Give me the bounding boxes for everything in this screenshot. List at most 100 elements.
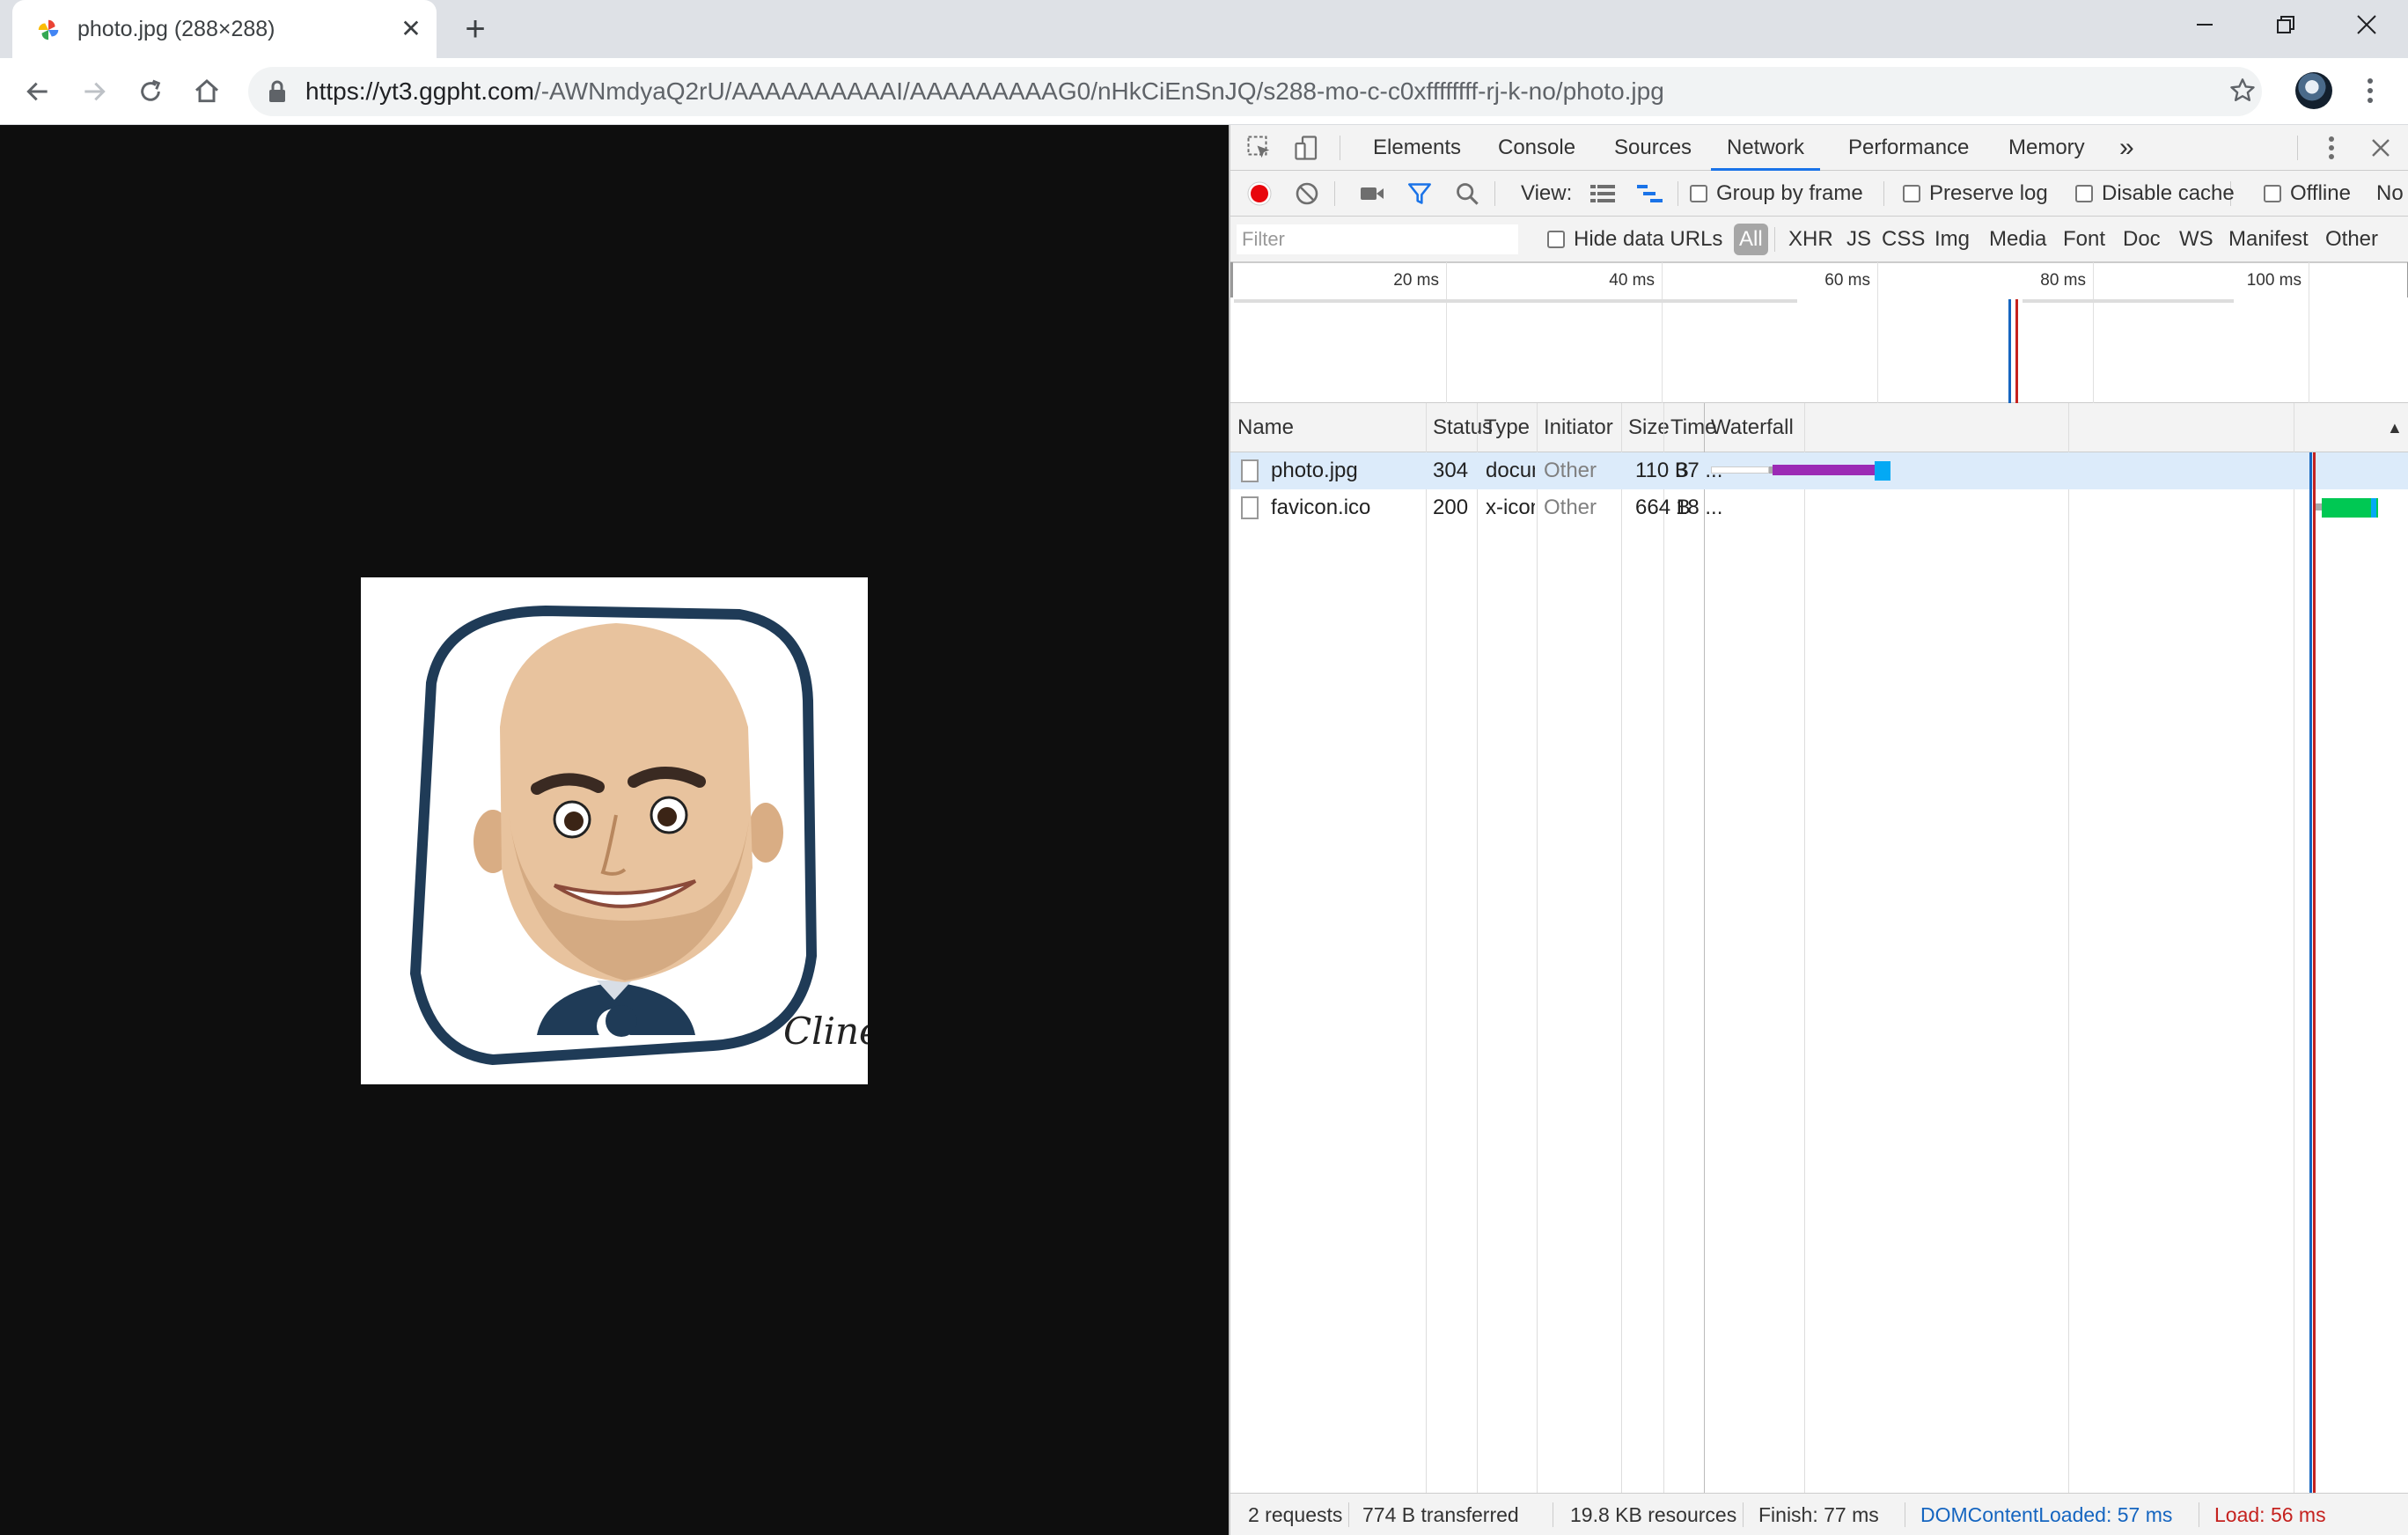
- table-row[interactable]: favicon.ico 200 x-icon Other 664 B 18 ..…: [1230, 489, 2408, 526]
- column-waterfall[interactable]: Waterfall: [1706, 403, 1794, 452]
- url-text: https://yt3.ggpht.com/-AWNmdyaQ2rU/AAAAA…: [305, 67, 1664, 116]
- network-overview[interactable]: 20 ms 40 ms 60 ms 80 ms 100 ms: [1230, 262, 2408, 403]
- preserve-log-label: Preserve log: [1929, 181, 2048, 205]
- tab-network[interactable]: Network: [1711, 125, 1821, 171]
- filter-type-other[interactable]: Other: [2325, 224, 2378, 255]
- forward-icon[interactable]: [76, 73, 113, 110]
- finish-time: Finish: 77 ms: [1758, 1503, 1879, 1526]
- hide-data-urls-label: Hide data URLs: [1574, 227, 1723, 251]
- transferred-size: 774 B transferred: [1362, 1503, 1519, 1526]
- bookmark-star-icon[interactable]: [2225, 73, 2260, 108]
- column-name[interactable]: Name: [1232, 403, 1294, 452]
- requests-table-header: Name Status Type Initiator Size Time Wat…: [1230, 403, 2408, 452]
- address-bar[interactable]: https://yt3.ggpht.com/-AWNmdyaQ2rU/AAAAA…: [248, 67, 2262, 116]
- column-initiator[interactable]: Initiator: [1538, 403, 1613, 452]
- close-window-icon[interactable]: [2327, 0, 2406, 49]
- filter-bar: Filter Hide data URLs All XHR JS CSS Img…: [1230, 217, 2408, 262]
- profile-avatar[interactable]: [2295, 72, 2332, 109]
- back-icon[interactable]: [19, 73, 56, 110]
- checkbox-box: [1690, 185, 1707, 202]
- overview-bar-favicon: [2023, 299, 2234, 303]
- close-tab-icon[interactable]: ✕: [396, 14, 426, 44]
- minimize-icon[interactable]: [2165, 0, 2244, 49]
- browser-tab[interactable]: photo.jpg (288×288) ✕: [12, 0, 437, 58]
- filter-type-xhr[interactable]: XHR: [1788, 224, 1833, 255]
- browser-menu-icon[interactable]: [2355, 72, 2385, 109]
- checkbox-box: [2264, 185, 2281, 202]
- request-initiator: Other: [1544, 459, 1597, 482]
- restore-icon[interactable]: [2246, 0, 2325, 49]
- request-name: photo.jpg: [1271, 459, 1358, 482]
- tab-title: photo.jpg (288×288): [77, 17, 275, 41]
- filter-type-ws[interactable]: WS: [2179, 224, 2213, 255]
- offline-checkbox[interactable]: Offline: [2264, 171, 2351, 217]
- tab-console[interactable]: Console: [1498, 125, 1575, 171]
- request-initiator: Other: [1544, 496, 1597, 519]
- filter-type-manifest[interactable]: Manifest: [2228, 224, 2309, 255]
- resources-size: 19.8 KB resources: [1570, 1503, 1737, 1526]
- filter-type-img[interactable]: Img: [1934, 224, 1970, 255]
- devtools-menu-icon[interactable]: [2316, 133, 2346, 163]
- column-type[interactable]: Type: [1479, 403, 1530, 452]
- network-toolbar: View: Group by frame Preserve log Disabl…: [1230, 171, 2408, 217]
- devtools-tab-bar: Elements Console Sources Network Perform…: [1230, 125, 2408, 171]
- waterfall-bar-favicon: [2315, 489, 2385, 526]
- tab-memory[interactable]: Memory: [2008, 125, 2085, 171]
- request-time: 18 ...: [1676, 496, 1723, 519]
- file-icon: [1241, 459, 1259, 482]
- group-by-frame-checkbox[interactable]: Group by frame: [1690, 171, 1863, 217]
- file-icon: [1241, 496, 1259, 519]
- sort-ascending-icon[interactable]: ▲: [2382, 403, 2403, 452]
- column-size[interactable]: Size: [1623, 403, 1670, 452]
- overview-load-marker: [2015, 299, 2018, 403]
- search-icon[interactable]: [1452, 179, 1482, 209]
- tab-performance[interactable]: Performance: [1848, 125, 1969, 171]
- waterfall-view-icon[interactable]: [1635, 179, 1665, 209]
- more-tabs-icon[interactable]: »: [2119, 125, 2134, 171]
- lock-icon: [269, 80, 285, 102]
- browser-toolbar: https://yt3.ggpht.com/-AWNmdyaQ2rU/AAAAA…: [0, 58, 2408, 125]
- filter-type-font[interactable]: Font: [2063, 224, 2105, 255]
- filter-type-css[interactable]: CSS: [1882, 224, 1925, 255]
- preserve-log-checkbox[interactable]: Preserve log: [1903, 171, 2048, 217]
- reload-icon[interactable]: [132, 73, 169, 110]
- request-count: 2 requests: [1248, 1503, 1343, 1526]
- device-toolbar-icon[interactable]: [1292, 133, 1322, 163]
- capture-screenshots-icon[interactable]: [1357, 179, 1387, 209]
- clear-icon[interactable]: [1292, 179, 1322, 209]
- large-rows-icon[interactable]: [1588, 179, 1618, 209]
- checkbox-box: [1903, 185, 1920, 202]
- tab-sources[interactable]: Sources: [1614, 125, 1692, 171]
- tab-strip: photo.jpg (288×288) ✕ +: [0, 0, 2408, 58]
- overview-dcl-marker: [2008, 299, 2011, 403]
- filter-type-doc[interactable]: Doc: [2123, 224, 2161, 255]
- request-type: docum...: [1486, 459, 1535, 482]
- checkbox-box: [2075, 185, 2093, 202]
- tab-elements[interactable]: Elements: [1373, 125, 1461, 171]
- dom-content-loaded-line: [2309, 452, 2312, 1493]
- inspect-element-icon[interactable]: [1244, 133, 1274, 163]
- filter-icon[interactable]: [1405, 179, 1435, 209]
- dom-content-loaded-time: DOMContentLoaded: 57 ms: [1920, 1503, 2173, 1526]
- new-tab-button[interactable]: +: [458, 11, 493, 48]
- overview-left-handle[interactable]: [1230, 262, 1233, 297]
- record-icon[interactable]: [1244, 179, 1274, 209]
- disable-cache-checkbox[interactable]: Disable cache: [2075, 171, 2235, 217]
- caricature-photo: Cline: [361, 577, 881, 1084]
- artist-signature: Cline: [783, 1010, 868, 1053]
- request-name: favicon.ico: [1271, 496, 1371, 519]
- filter-type-media[interactable]: Media: [1989, 224, 2046, 255]
- home-icon[interactable]: [188, 73, 225, 110]
- load-time: Load: 56 ms: [2214, 1503, 2326, 1526]
- group-by-frame-label: Group by frame: [1716, 181, 1863, 205]
- devtools-panel: Elements Console Sources Network Perform…: [1229, 125, 2408, 1535]
- table-row[interactable]: photo.jpg 304 docum... Other 110 B 37 ..…: [1230, 452, 2408, 489]
- close-devtools-icon[interactable]: [2366, 133, 2396, 163]
- filter-type-all[interactable]: All: [1734, 224, 1768, 255]
- filter-type-js[interactable]: JS: [1846, 224, 1871, 255]
- url-path: /-AWNmdyaQ2rU/AAAAAAAAAAI/AAAAAAAAAG0/nH…: [533, 77, 1664, 105]
- throttling-select[interactable]: No: [2376, 171, 2404, 217]
- hide-data-urls-checkbox[interactable]: Hide data URLs: [1547, 217, 1722, 262]
- request-type: x-icon: [1486, 496, 1535, 519]
- filter-input[interactable]: Filter: [1236, 224, 1519, 255]
